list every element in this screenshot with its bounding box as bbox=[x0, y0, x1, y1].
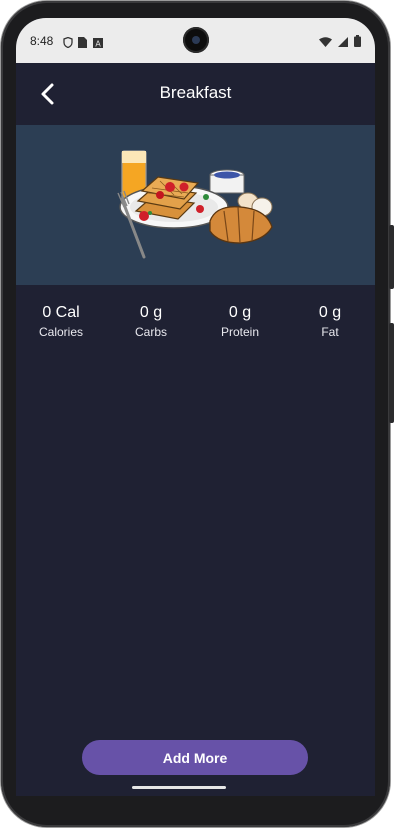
app-bar: Breakfast bbox=[16, 63, 375, 125]
fat-label: Fat bbox=[321, 325, 339, 339]
stat-carbs: 0 g Carbs bbox=[106, 304, 196, 340]
front-camera bbox=[183, 27, 209, 53]
stat-fat: 0 g Fat bbox=[285, 304, 375, 340]
carbs-label: Carbs bbox=[134, 325, 167, 339]
stat-protein: 0 g Protein bbox=[195, 304, 285, 340]
battery-icon bbox=[354, 34, 361, 52]
fat-value: 0 g bbox=[318, 304, 342, 321]
protein-label: Protein bbox=[220, 325, 260, 339]
signal-icon bbox=[338, 34, 348, 52]
stat-calories: 0 Cal Calories bbox=[16, 304, 106, 340]
nutrition-summary: 0 Cal Calories 0 g Carbs 0 g Protein 0 g… bbox=[16, 304, 375, 344]
svg-text:A: A bbox=[95, 40, 101, 49]
app-screen: 8:48 A Breakfast 0 Cal Calories 0 g Carb… bbox=[16, 18, 375, 796]
calories-value: 0 Cal bbox=[42, 304, 80, 321]
home-indicator[interactable] bbox=[132, 786, 226, 789]
protein-value: 0 g bbox=[228, 304, 252, 321]
hero-banner bbox=[16, 125, 375, 285]
font-icon: A bbox=[93, 35, 103, 49]
add-more-button[interactable]: Add More bbox=[82, 740, 308, 775]
status-time: 8:48 bbox=[30, 34, 54, 48]
power-button bbox=[389, 323, 394, 423]
volume-button bbox=[389, 225, 394, 289]
carbs-value: 0 g bbox=[139, 304, 163, 321]
page-title: Breakfast bbox=[159, 83, 232, 102]
sim-icon bbox=[78, 35, 88, 48]
wifi-icon bbox=[319, 34, 332, 52]
calories-label: Calories bbox=[38, 325, 83, 339]
breakfast-illustration bbox=[117, 150, 273, 259]
status-bar: 8:48 A bbox=[16, 18, 375, 63]
shield-icon bbox=[63, 35, 73, 49]
